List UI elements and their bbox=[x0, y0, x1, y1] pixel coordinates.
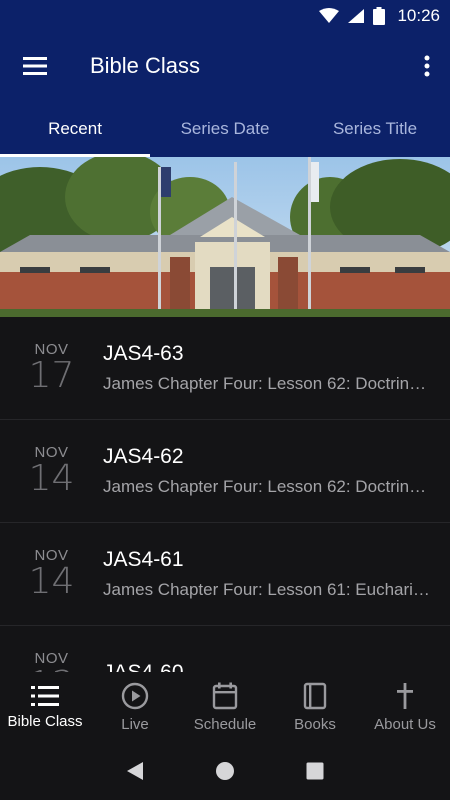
date-day: 17 bbox=[28, 355, 75, 396]
date-block: NOV 14 bbox=[0, 548, 103, 600]
tab-bar: Recent Series Date Series Title bbox=[0, 100, 450, 157]
menu-button[interactable] bbox=[0, 32, 70, 100]
lesson-title: JAS4-61 bbox=[103, 548, 184, 571]
date-day: 14 bbox=[28, 458, 75, 499]
wifi-icon bbox=[319, 8, 340, 23]
lesson-title: JAS4-62 bbox=[103, 445, 184, 468]
cross-icon bbox=[397, 682, 413, 709]
hero-image bbox=[0, 157, 450, 317]
list-item[interactable]: NOV 17 JAS4-63 James Chapter Four: Lesso… bbox=[0, 317, 450, 420]
nav-label: About Us bbox=[374, 715, 436, 733]
nav-books[interactable]: Books bbox=[270, 672, 360, 742]
date-block: NOV 14 bbox=[0, 445, 103, 497]
lesson-title: JAS4-63 bbox=[103, 342, 184, 365]
system-navigation bbox=[0, 742, 450, 800]
home-circle-icon bbox=[216, 762, 234, 780]
lesson-subtitle: James Chapter Four: Lesson 61: Euchari… bbox=[103, 580, 430, 599]
list-icon bbox=[31, 685, 59, 706]
nav-label: Schedule bbox=[193, 715, 257, 733]
tab-recent[interactable]: Recent bbox=[0, 100, 150, 157]
battery-icon bbox=[373, 7, 386, 25]
page-title: Bible Class bbox=[90, 53, 201, 78]
hamburger-icon bbox=[23, 57, 47, 75]
calendar-icon bbox=[212, 682, 238, 709]
lesson-list: NOV 17 JAS4-63 James Chapter Four: Lesso… bbox=[0, 317, 450, 672]
lesson-subtitle: James Chapter Four: Lesson 62: Doctrin… bbox=[103, 374, 427, 393]
nav-schedule[interactable]: Schedule bbox=[180, 672, 270, 742]
app-bar: Bible Class bbox=[0, 32, 450, 100]
home-button[interactable] bbox=[205, 751, 245, 791]
overflow-menu-button[interactable] bbox=[404, 32, 450, 100]
book-icon bbox=[303, 682, 327, 709]
date-block: NOV 13 bbox=[0, 651, 103, 673]
bottom-navigation: Bible Class Live Schedule Books About Us bbox=[0, 672, 450, 742]
list-item[interactable]: NOV 14 JAS4-62 James Chapter Four: Lesso… bbox=[0, 420, 450, 523]
recents-button[interactable] bbox=[295, 751, 335, 791]
more-vert-icon bbox=[424, 55, 430, 77]
nav-bible-class[interactable]: Bible Class bbox=[0, 672, 90, 742]
lesson-title: JAS4-60 bbox=[103, 661, 432, 672]
nav-label: Bible Class bbox=[7, 712, 83, 730]
nav-label: Books bbox=[294, 715, 336, 733]
nav-about-us[interactable]: About Us bbox=[360, 672, 450, 742]
status-bar: 10:26 bbox=[0, 0, 450, 32]
play-circle-icon bbox=[121, 682, 149, 709]
nav-label: Live bbox=[121, 715, 149, 733]
status-time: 10:26 bbox=[397, 6, 440, 25]
back-triangle-icon bbox=[127, 762, 143, 780]
date-block: NOV 17 bbox=[0, 342, 103, 394]
recents-square-icon bbox=[306, 762, 324, 780]
cell-signal-icon bbox=[348, 9, 365, 23]
date-day: 14 bbox=[28, 561, 75, 602]
lesson-subtitle: James Chapter Four: Lesson 62: Doctrin… bbox=[103, 477, 427, 496]
tab-series-date[interactable]: Series Date bbox=[150, 100, 300, 157]
back-button[interactable] bbox=[115, 751, 155, 791]
tab-series-title[interactable]: Series Title bbox=[300, 100, 450, 157]
nav-live[interactable]: Live bbox=[90, 672, 180, 742]
list-item[interactable]: NOV 14 JAS4-61 James Chapter Four: Lesso… bbox=[0, 523, 450, 626]
list-item[interactable]: NOV 13 JAS4-60 bbox=[0, 626, 450, 673]
